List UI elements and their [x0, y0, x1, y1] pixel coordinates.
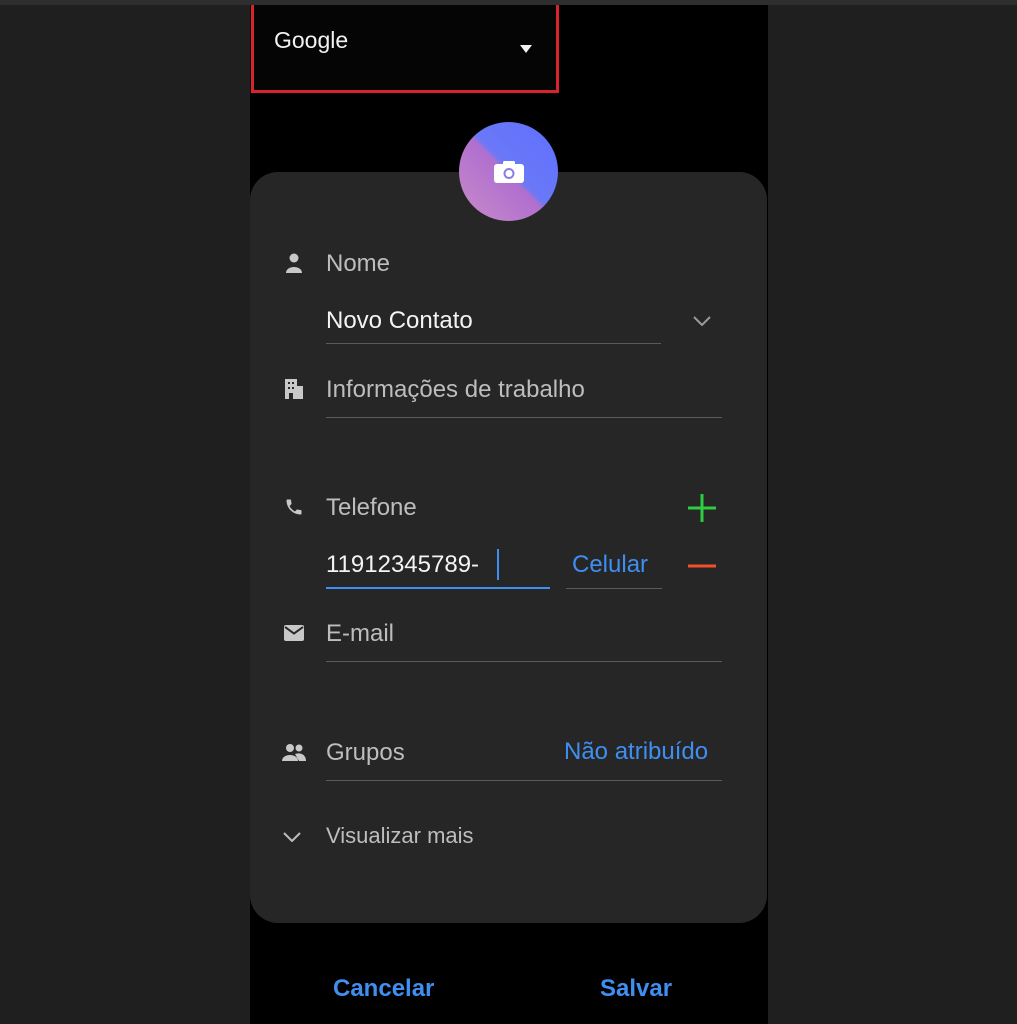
camera-icon: [493, 160, 524, 183]
name-label: Nome: [326, 250, 391, 277]
work-info-field[interactable]: Informações de trabalho: [326, 376, 585, 404]
person-icon: [283, 251, 305, 275]
plus-icon[interactable]: [686, 492, 718, 524]
name-input[interactable]: Novo Contato: [326, 307, 473, 335]
photo-button[interactable]: [459, 122, 558, 221]
groups-underline: [326, 780, 722, 781]
contact-form-card: [250, 172, 767, 923]
email-underline: [326, 661, 722, 662]
cancel-button[interactable]: Cancelar: [333, 975, 434, 1003]
text-cursor: [497, 549, 499, 580]
phone-underline: [326, 587, 550, 589]
work-underline: [326, 417, 722, 418]
chevron-down-icon: [279, 826, 305, 848]
phone-input[interactable]: 11912345789-: [326, 551, 479, 579]
email-field[interactable]: E-mail: [326, 620, 394, 648]
phone-type-selector[interactable]: Celular: [572, 551, 648, 579]
account-label: Google: [274, 27, 349, 53]
caret-down-icon: [520, 45, 532, 53]
save-button[interactable]: Salvar: [600, 975, 672, 1003]
chevron-down-icon[interactable]: [689, 310, 715, 332]
groups-icon: [281, 740, 307, 764]
name-underline: [326, 343, 661, 344]
phone-icon: [282, 495, 306, 519]
phone-type-underline: [566, 588, 662, 589]
phone-label: Telefone: [326, 494, 417, 521]
view-more-button[interactable]: Visualizar mais: [326, 823, 474, 849]
mail-icon: [283, 622, 305, 644]
minus-icon[interactable]: [686, 550, 718, 582]
account-selector[interactable]: Google: [251, 5, 559, 93]
groups-selector[interactable]: Não atribuído: [564, 738, 708, 766]
building-icon: [283, 377, 305, 401]
groups-label: Grupos: [326, 739, 405, 766]
